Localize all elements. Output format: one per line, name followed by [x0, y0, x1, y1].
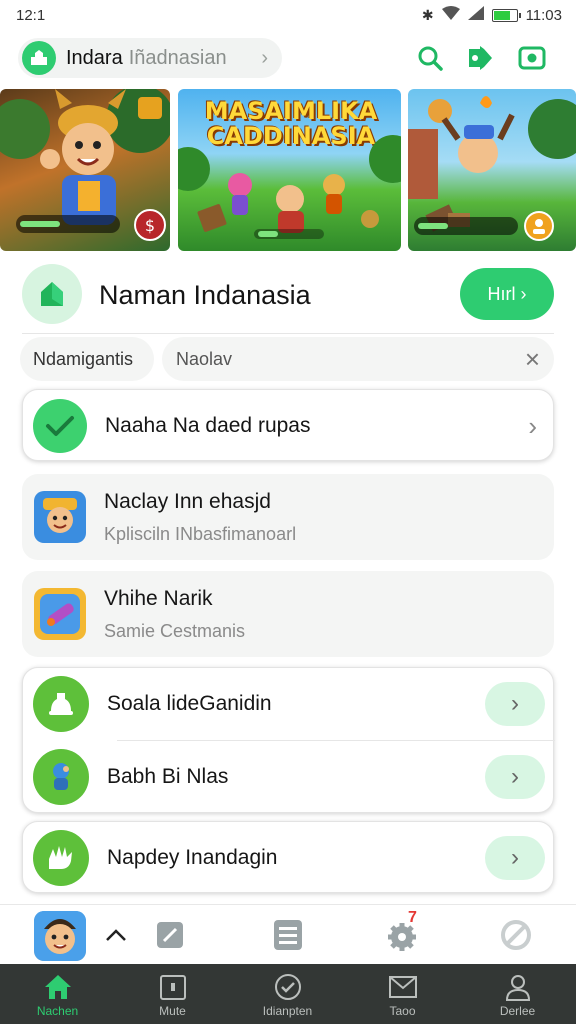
chevron-right-icon: ›	[528, 410, 537, 441]
game-controller-icon[interactable]	[464, 42, 496, 74]
camera-icon[interactable]	[516, 42, 548, 74]
hand-icon	[33, 830, 89, 886]
filter-chip[interactable]: Ndamigantis	[20, 337, 154, 381]
hero-banner-1[interactable]: $	[0, 89, 170, 251]
list-item-subtitle: Kplisciln INbasfimanoarl	[104, 523, 297, 544]
status-bar: 12:1 ✱ 11:03	[0, 0, 576, 30]
chevron-up-icon[interactable]	[96, 915, 136, 955]
banner-reward-icon	[524, 211, 554, 241]
banner-progress-pill	[414, 217, 518, 235]
chevron-right-icon[interactable]: ›	[485, 682, 545, 726]
calendar-icon	[159, 972, 187, 1002]
list-item[interactable]: Soala lideGanidin ›	[23, 668, 555, 740]
status-icons: ✱ 11:03	[422, 6, 562, 24]
nav-item-label: Mute	[159, 1004, 186, 1018]
bottom-navigation: Nachen Mute Idianpten Taoo Derlee	[0, 964, 576, 1024]
list-item: Naaha Na daed rupas ›	[23, 390, 555, 462]
mail-icon	[388, 972, 418, 1002]
nav-item-label: Taoo	[389, 1004, 416, 1018]
banner-progress-pill	[16, 215, 120, 233]
search-input-value: Naolav	[176, 348, 233, 369]
banner-reward-icon: $	[134, 209, 166, 241]
banner-game-scene-art	[178, 135, 401, 233]
nav-item-home[interactable]: Nachen	[0, 964, 115, 1024]
svg-text:$: $	[145, 216, 155, 235]
settings-group: Napdey Inandagin ›	[22, 821, 554, 893]
app-list-item[interactable]: Naclay Inn ehasjd Kplisciln INbasfimanoa…	[22, 474, 554, 560]
list-item-text: Naclay Inn ehasjd Kplisciln INbasfimanoa…	[104, 490, 296, 545]
nav-item-label: Idianpten	[262, 1004, 313, 1018]
app-screen: 12:1 ✱ 11:03 Indara Iñadnasian › $ MASAI…	[0, 0, 576, 1024]
list-item-label: Naaha Na daed rupas	[105, 414, 311, 437]
list-item-label: Soala lideGanidin	[107, 692, 272, 715]
hero-banner-2[interactable]: MASAIMLIKA CADDINASIA	[178, 89, 401, 251]
list-item: Naclay Inn ehasjd Kplisciln INbasfimanoa…	[22, 481, 554, 553]
nav-item-label: Nachen	[36, 1004, 79, 1018]
list-item-subtitle: Samie Cestmanis	[104, 620, 246, 641]
bluetooth-icon: ✱	[421, 6, 434, 23]
list-item: Vhihe Narik Samie Cestmanis	[22, 578, 554, 650]
blocked-icon[interactable]	[496, 915, 536, 955]
person-icon	[504, 972, 532, 1002]
status-time: 12:1	[16, 6, 46, 24]
search-primary-text: Indara	[66, 46, 123, 69]
list-item[interactable]: Babh Bi Nlas ›	[23, 741, 555, 813]
status-clock: 11:03	[525, 6, 562, 24]
list-icon[interactable]	[268, 915, 308, 955]
check-circle-icon	[274, 972, 302, 1002]
list-item-title: Vhihe Narik	[104, 586, 213, 610]
nav-item-label: Derlee	[499, 1004, 536, 1018]
chevron-right-icon: ›	[261, 46, 268, 69]
nav-item-profile[interactable]: Derlee	[460, 964, 575, 1024]
hero-banner-3[interactable]	[408, 89, 576, 251]
nav-item-mail[interactable]: Taoo	[345, 964, 460, 1024]
wifi-icon	[441, 6, 460, 24]
search-input[interactable]: Naolav ×	[162, 337, 554, 381]
list-item-label: Napdey Inandagin	[107, 846, 278, 869]
search-secondary-text: Iñadnasian	[128, 46, 227, 69]
chevron-right-icon[interactable]: ›	[485, 755, 545, 799]
divider	[22, 333, 554, 334]
notification-badge: 7	[408, 909, 417, 926]
home-icon	[43, 972, 73, 1002]
settings-group: Soala lideGanidin › Babh Bi Nlas ›	[22, 667, 555, 813]
top-header: Indara Iñadnasian ›	[0, 34, 576, 82]
featured-card[interactable]: Naaha Na daed rupas ›	[22, 389, 554, 461]
avatar[interactable]	[34, 911, 86, 961]
list-item-title: Naclay Inn ehasjd	[104, 489, 271, 513]
search-icon[interactable]	[414, 42, 446, 74]
nav-item-tasks[interactable]: Idianpten	[230, 964, 345, 1024]
bell-icon	[33, 676, 89, 732]
app-logo-icon	[22, 41, 56, 75]
nav-item-mute[interactable]: Mute	[115, 964, 230, 1024]
signal-icon	[467, 6, 484, 24]
page-title: Naman Indanasia	[99, 280, 311, 310]
edit-icon[interactable]	[150, 915, 190, 955]
gear-icon[interactable]: 7	[382, 909, 422, 955]
battery-icon	[491, 8, 521, 22]
banner-progress-pill	[254, 229, 324, 239]
close-icon[interactable]: ×	[525, 346, 540, 372]
app-search-pill[interactable]: Indara Iñadnasian ›	[18, 38, 282, 78]
game-app-icon	[34, 491, 86, 543]
tool-app-icon	[34, 588, 86, 640]
list-item-label: Babh Bi Nlas	[107, 765, 229, 788]
list-item-text: Vhihe Narik Samie Cestmanis	[104, 587, 245, 642]
chevron-right-icon[interactable]: ›	[485, 836, 545, 880]
bottom-toolbar: 7	[0, 904, 576, 964]
app-list-item[interactable]: Vhihe Narik Samie Cestmanis	[22, 571, 554, 657]
checkmark-icon	[33, 399, 87, 453]
home-badge-icon	[22, 264, 82, 324]
app-title-row: Naman Indanasia Hırl ›	[0, 264, 576, 328]
list-item[interactable]: Napdey Inandagin ›	[23, 822, 555, 894]
primary-action-button[interactable]: Hırl ›	[460, 268, 554, 320]
character-icon	[33, 749, 89, 805]
